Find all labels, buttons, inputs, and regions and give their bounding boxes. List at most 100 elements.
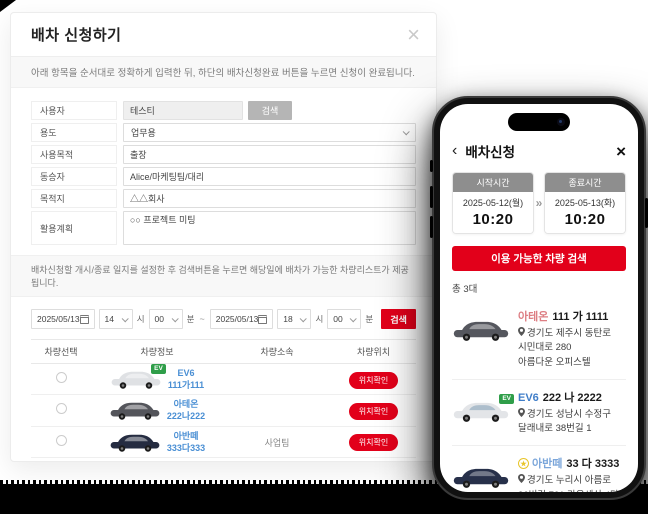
modal-body: 사용자 검색 용도 업무용 사용목적 동승자: [11, 88, 436, 461]
page-corner-decoration: [0, 0, 16, 12]
car-image: [452, 316, 510, 344]
car-image: EV: [452, 393, 514, 425]
modal-intro-text: 아래 항목을 순서대로 정확하게 입력한 뒤, 하단의 배차신청완료 버튼을 누…: [11, 57, 436, 88]
vehicle-name-plate[interactable]: 아테온 222나222: [167, 398, 205, 422]
start-minute-select[interactable]: 00: [148, 309, 183, 329]
usage-type-select[interactable]: 업무용: [123, 123, 416, 142]
map-pin-icon: [518, 327, 525, 336]
table-row: 아테온 222나222 위치확인: [31, 394, 416, 427]
available-vehicle-search-button[interactable]: 이용 가능한 차량 검색: [452, 246, 626, 271]
close-icon[interactable]: ×: [616, 143, 626, 160]
vehicle-model: 아반떼: [173, 430, 199, 441]
app-title: 배차신청: [465, 145, 516, 160]
location-check-button[interactable]: 위치확인: [348, 371, 399, 389]
vehicle-radio[interactable]: [55, 403, 67, 415]
vehicle-radio[interactable]: [55, 372, 67, 384]
end-time-label: 종료시간: [545, 173, 625, 192]
schedule-note: 배차신청할 개시/종료 일지를 설정한 후 검색버튼을 누르면 해당일에 배차가…: [11, 255, 436, 297]
location-check-button[interactable]: 위치확인: [348, 434, 399, 452]
destination-label: 목적지: [31, 189, 117, 208]
hour-unit-label: 시: [136, 314, 145, 324]
plan-label: 활용계획: [31, 211, 117, 245]
vehicle-plate: 222 나 2222: [542, 391, 602, 404]
vehicle-name: 아반떼: [532, 458, 563, 471]
vehicle-address: 경기도 성남시 수정구 달래내로 38번길 1: [518, 407, 611, 434]
start-minute-value: 00: [154, 314, 164, 324]
map-pin-icon: [518, 474, 525, 484]
star-badge-icon: ★: [518, 458, 529, 470]
time-range-row: 시작시간 2025-05-12(월) 10:20 » 종료시간 2025-05-…: [452, 172, 626, 234]
end-time-card[interactable]: 종료시간 2025-05-13(화) 10:20: [544, 172, 626, 234]
vehicle-name-plate[interactable]: 아반떼 333다333: [167, 430, 205, 454]
dispatch-request-modal: 배차 신청하기 × 아래 항목을 순서대로 정확하게 입력한 뒤, 하단의 배차…: [10, 12, 437, 462]
purpose-input[interactable]: [123, 145, 416, 164]
purpose-label: 사용목적: [31, 145, 117, 164]
passenger-input[interactable]: [123, 167, 416, 186]
plan-textarea[interactable]: ○○ 프로젝트 미팅: [123, 211, 416, 245]
table-row: EV EV6 111가111 위치확인: [31, 363, 416, 396]
start-time-card[interactable]: 시작시간 2025-05-12(월) 10:20: [452, 172, 534, 234]
chevron-down-icon: [171, 314, 179, 322]
end-hour-value: 18: [283, 314, 293, 324]
user-search-button[interactable]: 검색: [248, 101, 292, 120]
list-item[interactable]: 아테온 111 가 1111 경기도 제주시 동탄로 시민대로 280 아름다운 …: [452, 299, 626, 380]
usage-type-label: 용도: [31, 123, 117, 142]
end-minute-value: 00: [333, 314, 343, 324]
ev-badge: EV: [499, 393, 514, 404]
col-location-header: 차량위치: [331, 339, 416, 364]
list-item[interactable]: ★아반떼33 다 3333 경기도 누리시 아름로 36번길 701 라온세상 …: [452, 446, 626, 492]
form-row-usage-type: 용도 업무용: [31, 123, 416, 142]
vehicle-name: 아테온: [518, 311, 549, 323]
map-pin-icon: [518, 407, 525, 417]
arrow-right-icon: »: [535, 196, 543, 210]
list-item[interactable]: EV EV6 222 나 2222 경기도 성남시 수정구 달래내로 38번길 1: [452, 380, 626, 447]
chevron-down-icon: [350, 314, 358, 322]
car-image: [109, 398, 161, 422]
end-minute-select[interactable]: 00: [327, 309, 362, 329]
chevron-down-icon: [300, 314, 308, 322]
car-image: EV: [110, 364, 166, 391]
user-input[interactable]: [123, 101, 243, 120]
modal-footer: 취소 배차신청완료: [31, 458, 416, 461]
vehicle-address: 경기도 누리시 아름로 36번길 701 라온세상 4단지: [518, 474, 626, 492]
start-hour-select[interactable]: 14: [98, 309, 133, 329]
form-row-destination: 목적지: [31, 189, 416, 208]
end-date-picker[interactable]: 2025/05/13: [209, 309, 274, 329]
end-hour-select[interactable]: 18: [277, 309, 312, 329]
vehicle-radio[interactable]: [55, 434, 67, 446]
start-date-picker[interactable]: 2025/05/13: [31, 309, 95, 329]
end-date-value: 2025/05/13: [215, 314, 259, 324]
form-row-plan: 활용계획 ○○ 프로젝트 미팅: [31, 211, 416, 245]
start-time-label: 시작시간: [453, 173, 533, 192]
close-icon[interactable]: ×: [407, 23, 420, 46]
col-dept-header: 차량소속: [223, 339, 331, 364]
form-row-purpose: 사용목적: [31, 145, 416, 164]
col-info-header: 차량정보: [91, 339, 223, 364]
vehicle-search-button[interactable]: 검색: [381, 309, 417, 329]
form-row-passenger: 동승자: [31, 167, 416, 186]
start-date-value: 2025/05/13: [37, 314, 80, 324]
phone-screen: ‹ 배차신청 × 시작시간 2025-05-12(월) 10:20 » 종료시간…: [440, 104, 638, 492]
phone-mute-switch: [430, 160, 433, 172]
car-image: [109, 430, 161, 454]
form-row-user: 사용자 검색: [31, 101, 416, 120]
vehicle-plate: 222나222: [166, 411, 206, 422]
minute-unit-label: 분: [365, 314, 374, 324]
chevron-down-icon: [402, 128, 410, 136]
car-image: [452, 463, 510, 491]
back-icon[interactable]: ‹: [452, 143, 457, 159]
location-check-button[interactable]: 위치확인: [348, 402, 399, 420]
range-separator: ~: [199, 314, 205, 324]
phone-volume-down-button: [430, 216, 433, 238]
destination-input[interactable]: [123, 189, 416, 208]
hour-unit-label: 시: [315, 314, 324, 324]
minute-unit-label: 분: [186, 314, 195, 324]
vehicle-dept: 사업팀: [264, 437, 290, 448]
end-date: 2025-05-13(화): [554, 198, 616, 208]
phone-volume-up-button: [430, 186, 433, 208]
phone-mockup: ‹ 배차신청 × 시작시간 2025-05-12(월) 10:20 » 종료시간…: [430, 96, 648, 500]
vehicle-name-plate[interactable]: EV6 111가111: [168, 367, 204, 391]
vehicle-count: 총 3대: [452, 284, 478, 295]
vehicle-address: 경기도 제주시 동탄로 시민대로 280 아름다운 오피스텔: [518, 327, 611, 368]
user-label: 사용자: [31, 101, 117, 120]
